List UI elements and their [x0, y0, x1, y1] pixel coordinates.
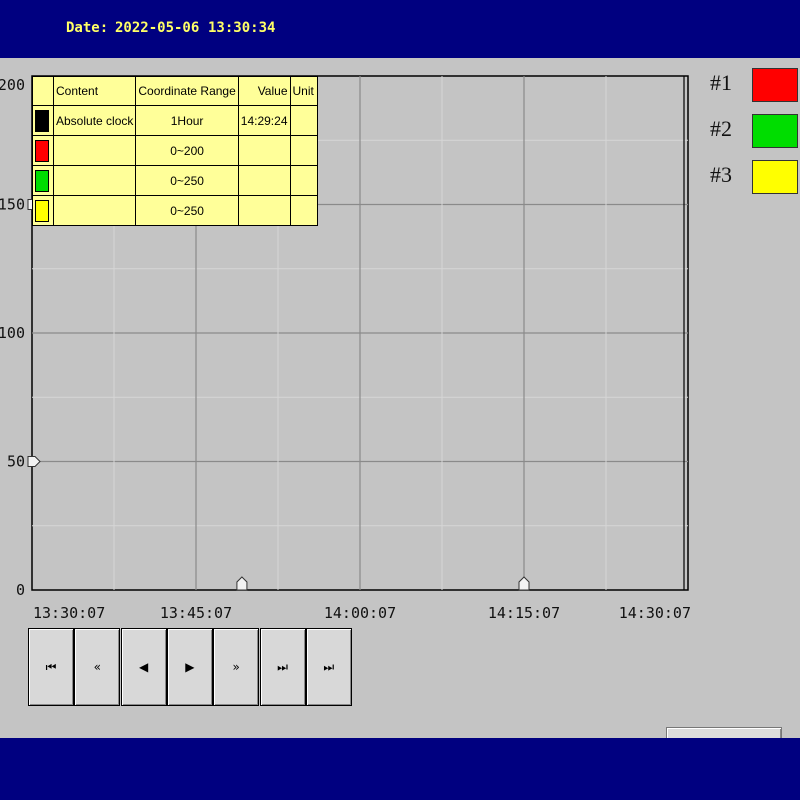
x-tick-label: 13:45:07	[160, 604, 232, 622]
legend-content-cell	[52, 135, 137, 166]
legend-row: Absolute clock 1Hour 14:29:24	[32, 105, 318, 136]
legend-swatch-cell	[32, 105, 54, 136]
y-tick-label: 150	[0, 196, 25, 214]
go-to-start-icon: ⏮	[45, 659, 57, 674]
legend-unit-cell	[289, 195, 318, 226]
legend-content-cell: Absolute clock	[52, 105, 137, 136]
step-backward-icon: ◀	[138, 660, 149, 674]
legend-swatch-cell	[32, 135, 54, 166]
pen-label: #3	[710, 162, 732, 187]
date-value: 2022-05-06	[115, 20, 200, 36]
fast-backward-button[interactable]: «	[74, 628, 121, 706]
legend-unit-cell	[289, 135, 318, 166]
go-to-end-icon: ⏭	[277, 659, 288, 674]
x-tick-label: 14:00:07	[324, 604, 396, 622]
color-swatch	[35, 109, 49, 132]
pen-color-swatch[interactable]	[752, 114, 798, 148]
y-tick-label: 0	[16, 581, 25, 599]
legend-row: 0~250	[32, 165, 318, 196]
color-swatch	[35, 169, 49, 192]
pen-label: #2	[710, 116, 732, 141]
pen-label: #1	[710, 70, 732, 95]
legend-range-cell: 1Hour	[135, 105, 239, 136]
jump-latest-button[interactable]: ⏭	[305, 628, 352, 706]
go-to-end-button[interactable]: ⏭	[259, 628, 306, 706]
time-value: 13:30:34	[208, 20, 276, 36]
color-swatch	[35, 139, 49, 162]
header-bar: Date: 2022-05-06 13:30:34	[0, 0, 800, 58]
legend-content-cell	[52, 165, 137, 196]
y-tick-label: 200	[0, 76, 25, 94]
date-label: Date:	[66, 20, 109, 36]
legend-value-cell: 14:29:24	[237, 105, 291, 136]
legend-range-cell: 0~250	[135, 195, 239, 226]
legend-unit-cell	[289, 105, 318, 136]
y-tick-label: 50	[7, 453, 25, 471]
pen-color-swatch[interactable]	[752, 160, 798, 194]
legend-value-cell	[237, 135, 291, 166]
go-to-start-button[interactable]: ⏮	[28, 628, 74, 706]
jump-latest-icon: ⏭	[323, 659, 335, 674]
legend-value-cell	[237, 165, 291, 196]
legend-range-cell: 0~250	[135, 165, 239, 196]
fast-backward-icon: «	[93, 660, 101, 674]
legend-header-cell: Content	[52, 76, 137, 106]
legend-row: 0~200	[32, 135, 318, 166]
legend-swatch-cell	[32, 195, 54, 226]
legend-header-cell: Coordinate Range	[135, 76, 239, 106]
legend-header-cell: Value	[237, 76, 291, 106]
x-tick-label: 14:15:07	[488, 604, 560, 622]
fast-forward-button[interactable]: »	[213, 628, 260, 706]
legend-row: 0~250	[32, 195, 318, 226]
legend-unit-cell	[289, 165, 318, 196]
y-tick-label: 100	[0, 324, 25, 342]
legend-header-blank	[32, 76, 54, 106]
x-tick-label: 13:30:07	[33, 604, 105, 622]
legend-range-cell: 0~200	[135, 135, 239, 166]
step-forward-icon: ▶	[185, 660, 195, 674]
legend-content-cell	[52, 195, 137, 226]
pen-color-swatch[interactable]	[752, 68, 798, 102]
legend-table: Content Coordinate Range Value Unit Absolute…	[32, 76, 318, 226]
legend-value-cell	[237, 195, 291, 226]
step-forward-button[interactable]: ▶	[166, 628, 213, 706]
x-tick-label: 14:30:07	[619, 604, 691, 622]
legend-swatch-cell	[32, 165, 54, 196]
legend-header-cell: Unit	[289, 76, 318, 106]
fast-forward-icon: »	[232, 660, 240, 674]
footer-bar	[0, 738, 800, 800]
color-swatch	[35, 199, 49, 222]
step-backward-button[interactable]: ◀	[120, 628, 167, 706]
